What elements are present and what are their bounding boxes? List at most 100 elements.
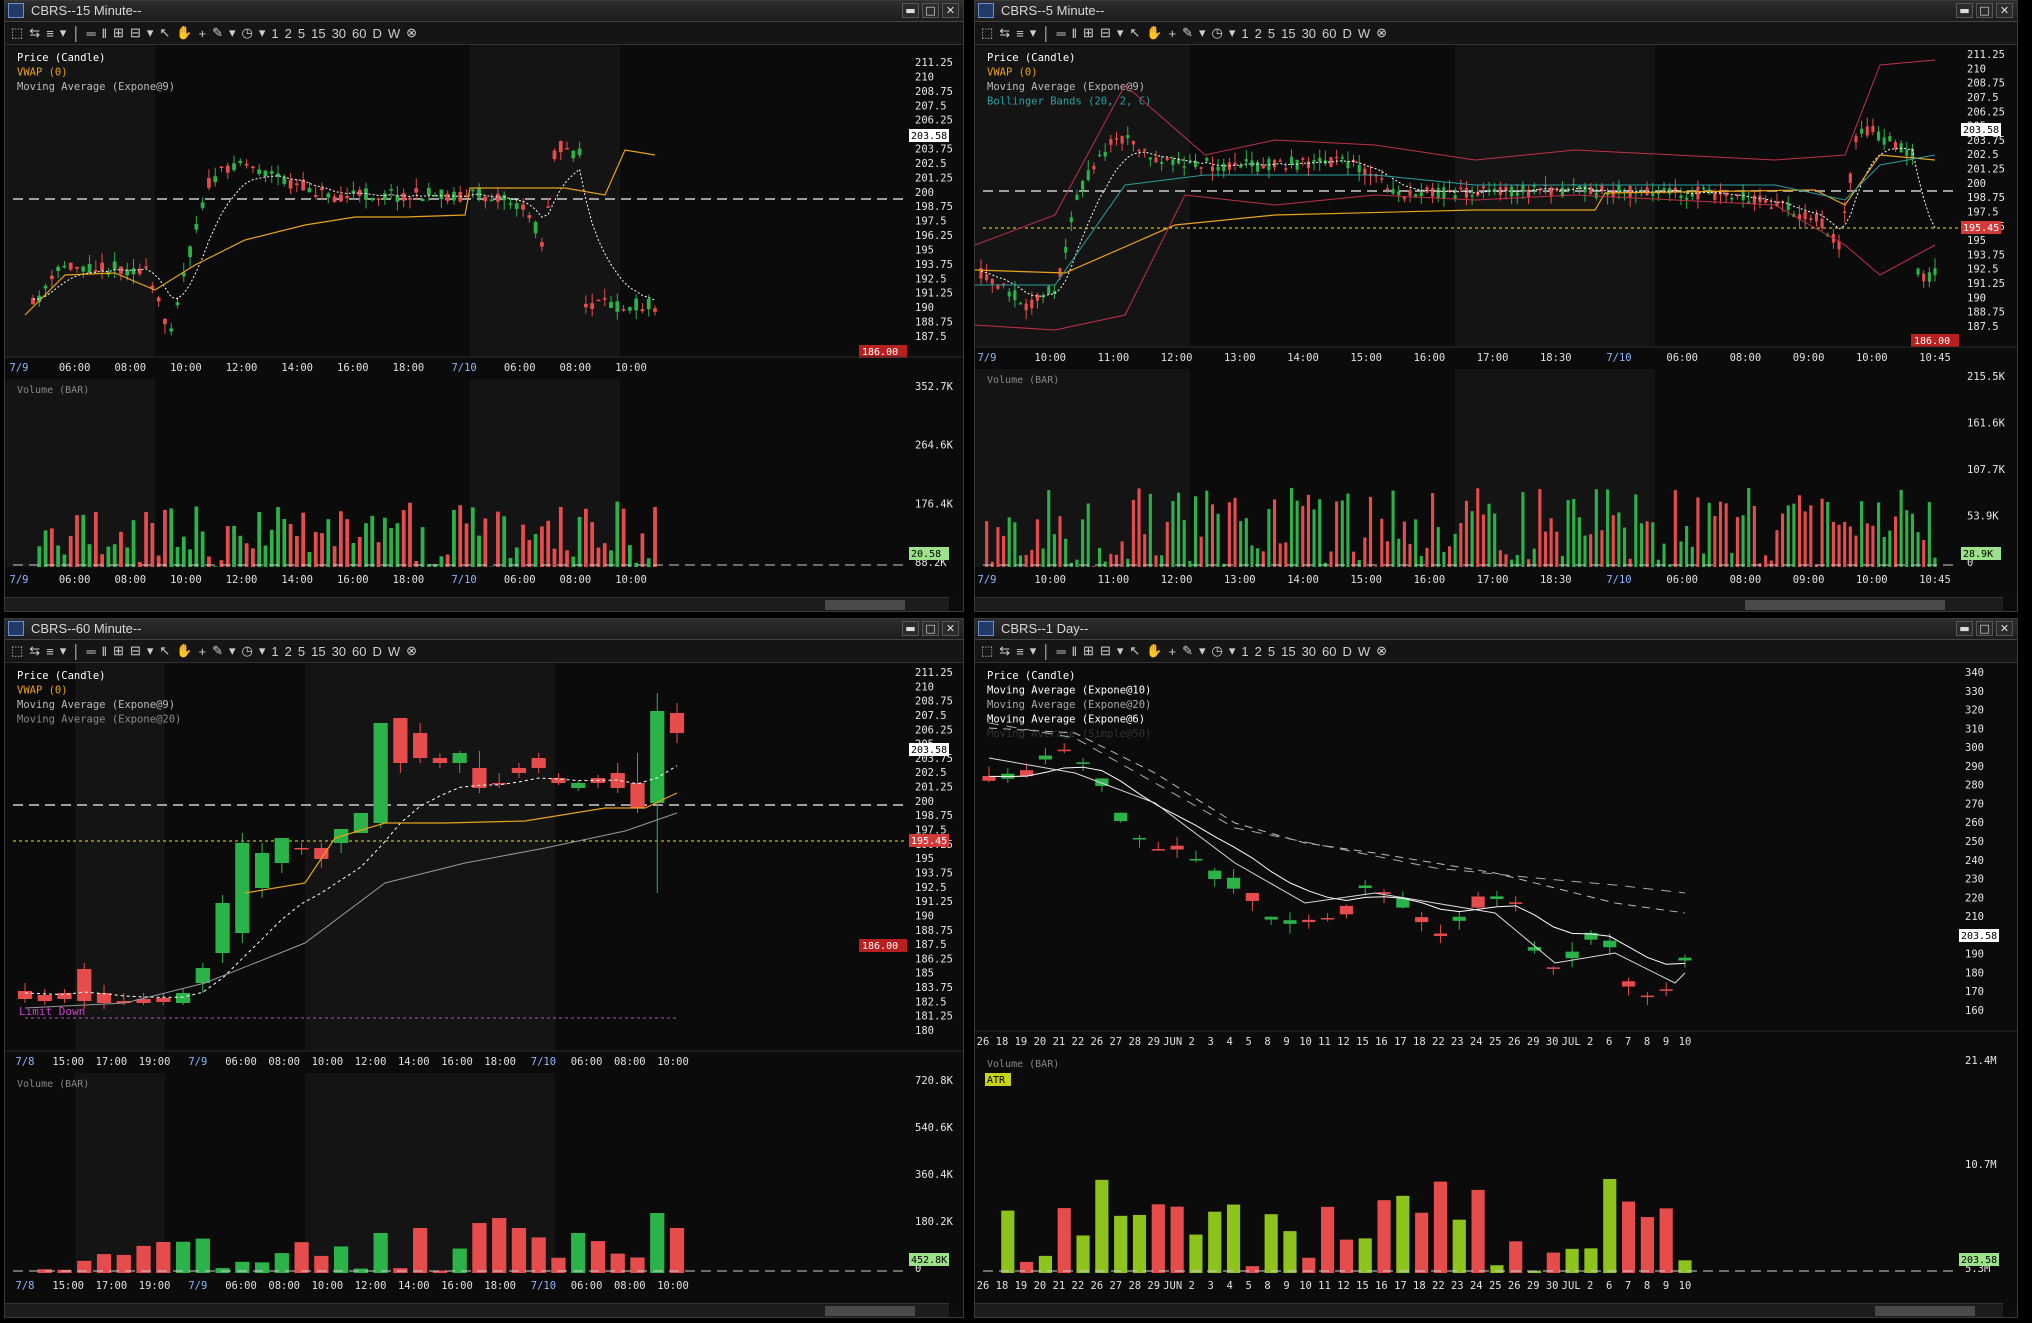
list-icon[interactable]: ≡ [46, 26, 54, 41]
layout-icon[interactable]: ⬚ [981, 643, 993, 659]
cursor-icon[interactable]: ↖ [1129, 643, 1140, 659]
grid2-icon[interactable]: ⊟ [1100, 643, 1111, 659]
interval-button-W[interactable]: W [388, 26, 400, 41]
interval-button-W[interactable]: W [1358, 644, 1370, 659]
horizontal-scrollbar[interactable] [5, 597, 949, 611]
close-button[interactable]: ✕ [942, 621, 959, 636]
list-icon[interactable]: ≡ [46, 644, 54, 659]
interval-button-5[interactable]: 5 [298, 26, 305, 41]
interval-button-1[interactable]: 1 [1241, 26, 1248, 41]
link-icon[interactable]: ⇆ [999, 25, 1010, 41]
dropdown-icon[interactable]: ▾ [259, 643, 266, 659]
divider[interactable]: │ [1042, 26, 1050, 41]
maximize-button[interactable]: □ [1976, 3, 1993, 18]
horizontal-scrollbar[interactable] [975, 597, 2003, 611]
layout-icon[interactable]: ⬚ [981, 25, 993, 41]
dropdown-icon[interactable]: ▾ [147, 643, 154, 659]
dropdown-icon[interactable]: ▾ [1229, 643, 1236, 659]
title-bar[interactable]: CBRS--5 Minute-- ▬ □ ✕ [975, 1, 2017, 22]
interval-button-D[interactable]: D [373, 26, 382, 41]
pencil-icon[interactable]: ✎ [212, 25, 223, 41]
interval-button-W[interactable]: W [1358, 26, 1370, 41]
cursor-icon[interactable]: ↖ [159, 25, 170, 41]
dropdown-icon[interactable]: ▾ [1199, 25, 1206, 41]
minimize-button[interactable]: ▬ [1956, 3, 1973, 18]
interval-button-D[interactable]: D [373, 644, 382, 659]
dropdown-icon[interactable]: ▾ [1030, 25, 1037, 41]
crosshair-icon[interactable]: + [1168, 644, 1176, 659]
interval-button-1[interactable]: 1 [271, 644, 278, 659]
dropdown-icon[interactable]: ▾ [147, 25, 154, 41]
maximize-button[interactable]: □ [1976, 621, 1993, 636]
dropdown-icon[interactable]: ▾ [1030, 643, 1037, 659]
interval-button-30[interactable]: 30 [1302, 644, 1316, 659]
crosshair-icon[interactable]: + [198, 26, 206, 41]
list-icon[interactable]: ≡ [1016, 644, 1024, 659]
crosshair-icon[interactable]: + [198, 644, 206, 659]
interval-button-60[interactable]: 60 [352, 26, 366, 41]
layout-icon[interactable]: ⬚ [11, 25, 23, 41]
interval-button-2[interactable]: 2 [1255, 644, 1262, 659]
grid-icon[interactable]: ⊞ [1083, 643, 1094, 659]
interval-button-15[interactable]: 15 [311, 644, 325, 659]
interval-button-5[interactable]: 5 [298, 644, 305, 659]
dropdown-icon[interactable]: ▾ [229, 643, 236, 659]
chart-window-daily[interactable]: CBRS--1 Day-- ▬ □ ✕ ⬚ ⇆ ≡ ▾ │ ═ ‖ ⊞ ⊟ ▾ ↖ ✋ + ✎ ▾ ◷ ▾ 1 2 5 15… [974, 618, 2018, 1318]
interval-button-W[interactable]: W [388, 644, 400, 659]
close-all-icon[interactable]: ⊗ [1376, 25, 1387, 41]
interval-button-5[interactable]: 5 [1268, 26, 1275, 41]
interval-button-60[interactable]: 60 [352, 644, 366, 659]
grid-icon[interactable]: ⊞ [1083, 25, 1094, 41]
dropdown-icon[interactable]: ▾ [259, 25, 266, 41]
lines-icon[interactable]: ═ [1056, 26, 1065, 41]
pencil-icon[interactable]: ✎ [1182, 25, 1193, 41]
hand-icon[interactable]: ✋ [1146, 643, 1162, 659]
interval-button-60[interactable]: 60 [1322, 26, 1336, 41]
lines-icon[interactable]: ═ [1056, 644, 1065, 659]
divider[interactable]: │ [72, 644, 80, 659]
close-button[interactable]: ✕ [1996, 3, 2013, 18]
close-all-icon[interactable]: ⊗ [1376, 643, 1387, 659]
link-icon[interactable]: ⇆ [29, 25, 40, 41]
interval-button-1[interactable]: 1 [1241, 644, 1248, 659]
hand-icon[interactable]: ✋ [176, 643, 192, 659]
cursor-icon[interactable]: ↖ [1129, 25, 1140, 41]
interval-button-60[interactable]: 60 [1322, 644, 1336, 659]
pause-icon[interactable]: ‖ [102, 644, 107, 659]
clock-icon[interactable]: ◷ [1212, 25, 1223, 41]
link-icon[interactable]: ⇆ [29, 643, 40, 659]
cursor-icon[interactable]: ↖ [159, 643, 170, 659]
pause-icon[interactable]: ‖ [1072, 644, 1077, 659]
title-bar[interactable]: CBRS--15 Minute-- ▬ □ ✕ [5, 1, 963, 22]
dropdown-icon[interactable]: ▾ [1229, 25, 1236, 41]
interval-button-1[interactable]: 1 [271, 26, 278, 41]
interval-button-15[interactable]: 15 [1281, 26, 1295, 41]
layout-icon[interactable]: ⬚ [11, 643, 23, 659]
pause-icon[interactable]: ‖ [102, 26, 107, 41]
hand-icon[interactable]: ✋ [1146, 25, 1162, 41]
dropdown-icon[interactable]: ▾ [1199, 643, 1206, 659]
minimize-button[interactable]: ▬ [902, 621, 919, 636]
close-all-icon[interactable]: ⊗ [406, 643, 417, 659]
dropdown-icon[interactable]: ▾ [1117, 643, 1124, 659]
horizontal-scrollbar[interactable] [5, 1303, 949, 1317]
close-button[interactable]: ✕ [1996, 621, 2013, 636]
interval-button-2[interactable]: 2 [1255, 26, 1262, 41]
grid-icon[interactable]: ⊞ [113, 643, 124, 659]
grid2-icon[interactable]: ⊟ [130, 25, 141, 41]
close-all-icon[interactable]: ⊗ [406, 25, 417, 41]
dropdown-icon[interactable]: ▾ [60, 643, 67, 659]
pencil-icon[interactable]: ✎ [212, 643, 223, 659]
chart-window-60min[interactable]: CBRS--60 Minute-- ▬ □ ✕ ⬚ ⇆ ≡ ▾ │ ═ ‖ ⊞ ⊟ ▾ ↖ ✋ + ✎ ▾ ◷ ▾ 1… [4, 618, 964, 1318]
dropdown-icon[interactable]: ▾ [229, 25, 236, 41]
list-icon[interactable]: ≡ [1016, 26, 1024, 41]
dropdown-icon[interactable]: ▾ [1117, 25, 1124, 41]
clock-icon[interactable]: ◷ [242, 643, 253, 659]
grid2-icon[interactable]: ⊟ [130, 643, 141, 659]
interval-button-30[interactable]: 30 [1302, 26, 1316, 41]
chart-window-5min[interactable]: CBRS--5 Minute-- ▬ □ ✕ ⬚ ⇆ ≡ ▾ │ ═ ‖ ⊞ ⊟ ▾ ↖ ✋ + ✎ ▾ ◷ ▾ 1 2… [974, 0, 2018, 612]
close-button[interactable]: ✕ [942, 3, 959, 18]
price-chart[interactable]: 211.25210208.75207.5206.25205203.75202.5… [5, 663, 963, 1303]
crosshair-icon[interactable]: + [1168, 26, 1176, 41]
horizontal-scrollbar[interactable] [975, 1303, 2003, 1317]
